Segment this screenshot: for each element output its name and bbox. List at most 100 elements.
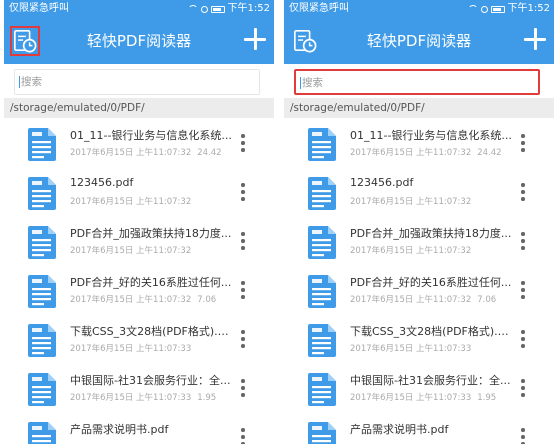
- file-row[interactable]: PDF合并_加强政策扶持18力度... 2017年6月15日 上午11:07:32: [284, 216, 554, 265]
- file-row[interactable]: 中银国际-社31会服务行业：全... 2017年6月15日 上午11:07:33 1…: [4, 363, 274, 412]
- file-meta: 2017年6月15日 上午11:07:32 24.42: [70, 146, 222, 158]
- file-name: 中银国际-社31会服务行业：全...: [350, 374, 511, 387]
- file-name: PDF合并_好的关16系胜过任何...: [70, 276, 232, 289]
- file-row[interactable]: 01_11--银行业务与信息化系统... 2017年6月15日 上午11:07:3…: [284, 118, 554, 167]
- more-vert-icon: [521, 295, 525, 299]
- file-meta: 2017年6月15日 上午11:07:32 24.42: [350, 146, 502, 158]
- more-vert-icon: [521, 246, 525, 250]
- carrier-text: 仅限紧急呼叫: [289, 3, 349, 14]
- more-vert-icon: [521, 190, 525, 194]
- more-vert-icon: [521, 148, 525, 152]
- search-area: 搜索: [4, 64, 274, 98]
- file-row[interactable]: 下载CSS_3文28档(PDF格式).p... 2017年6月15日 上午11:0…: [284, 314, 554, 363]
- app-bar: 轻快PDF阅读器: [4, 18, 274, 64]
- phone-screen-right: 仅限紧急呼叫 下午1:52 轻快PDF阅读器 搜索 /storage/emula…: [284, 0, 554, 444]
- file-date: 2017年6月15日 上午11:07:32: [350, 148, 472, 158]
- file-size: 24.42: [197, 148, 222, 158]
- file-meta: 2017年6月15日 上午11:07:32: [70, 244, 197, 256]
- more-vert-icon: [241, 148, 245, 152]
- file-row[interactable]: 01_11--银行业务与信息化系统... 2017年6月15日 上午11:07:3…: [4, 118, 274, 167]
- file-size: 7.06: [477, 295, 497, 305]
- more-vert-icon: [521, 386, 525, 390]
- more-vert-icon: [521, 428, 525, 432]
- more-vert-icon: [521, 197, 525, 201]
- history-button[interactable]: [10, 26, 40, 56]
- add-button[interactable]: [524, 28, 546, 50]
- more-vert-icon: [241, 183, 245, 187]
- more-vert-icon: [521, 344, 525, 348]
- history-button[interactable]: [290, 26, 320, 56]
- more-options-button[interactable]: [238, 280, 248, 300]
- more-options-button[interactable]: [518, 329, 528, 349]
- file-date: 2017年6月15日 上午11:07:33: [350, 393, 472, 403]
- file-row[interactable]: 下载CSS_3文28档(PDF格式).p... 2017年6月15日 上午11:0…: [4, 314, 274, 363]
- pdf-file-icon: [28, 177, 56, 210]
- more-vert-icon: [521, 435, 525, 439]
- more-vert-icon: [241, 435, 245, 439]
- file-row[interactable]: PDF合并_好的关16系胜过任何... 2017年6月15日 上午11:07:32…: [284, 265, 554, 314]
- file-row[interactable]: 中银国际-社31会服务行业：全... 2017年6月15日 上午11:07:33 1…: [284, 363, 554, 412]
- file-size: 7.06: [197, 295, 217, 305]
- pdf-file-icon: [308, 324, 336, 357]
- more-options-button[interactable]: [238, 329, 248, 349]
- file-date: 2017年6月15日 上午11:07:32: [350, 197, 472, 207]
- more-options-button[interactable]: [518, 133, 528, 153]
- add-button[interactable]: [244, 28, 266, 50]
- more-vert-icon: [521, 183, 525, 187]
- carrier-text: 仅限紧急呼叫: [9, 3, 69, 14]
- more-options-button[interactable]: [238, 133, 248, 153]
- file-date: 2017年6月15日 上午11:07:32: [70, 148, 192, 158]
- search-input[interactable]: 搜索: [294, 69, 540, 95]
- more-options-button[interactable]: [518, 231, 528, 251]
- file-row[interactable]: PDF合并_加强政策扶持18力度... 2017年6月15日 上午11:07:32: [4, 216, 274, 265]
- file-meta: 2017年6月15日 上午11:07:33: [70, 342, 197, 354]
- more-options-button[interactable]: [238, 378, 248, 398]
- more-vert-icon: [521, 393, 525, 397]
- path-bar: /storage/emulated/0/PDF/: [284, 98, 554, 118]
- more-vert-icon: [241, 190, 245, 194]
- file-meta: [350, 440, 356, 444]
- file-date: 2017年6月15日 上午11:07:32: [70, 295, 192, 305]
- more-vert-icon: [241, 386, 245, 390]
- file-meta: [70, 440, 76, 444]
- file-row[interactable]: PDF合并_好的关16系胜过任何... 2017年6月15日 上午11:07:32…: [4, 265, 274, 314]
- file-list: 01_11--银行业务与信息化系统... 2017年6月15日 上午11:07:3…: [284, 118, 554, 444]
- more-vert-icon: [241, 330, 245, 334]
- search-input[interactable]: 搜索: [14, 69, 260, 95]
- more-options-button[interactable]: [518, 427, 528, 444]
- file-row[interactable]: 123456.pdf 2017年6月15日 上午11:07:32: [4, 167, 274, 216]
- pdf-file-icon: [308, 226, 336, 259]
- app-title: 轻快PDF阅读器: [366, 32, 472, 50]
- file-row[interactable]: 产品需求说明书.pdf: [284, 412, 554, 444]
- more-options-button[interactable]: [518, 182, 528, 202]
- file-meta: 2017年6月15日 上午11:07:32: [350, 244, 477, 256]
- more-options-button[interactable]: [518, 280, 528, 300]
- more-vert-icon: [241, 393, 245, 397]
- more-options-button[interactable]: [238, 182, 248, 202]
- more-options-button[interactable]: [518, 378, 528, 398]
- file-name: PDF合并_加强政策扶持18力度...: [350, 227, 512, 240]
- app-title: 轻快PDF阅读器: [86, 32, 192, 50]
- battery-icon: [490, 5, 505, 13]
- more-options-button[interactable]: [238, 231, 248, 251]
- file-meta: 2017年6月15日 上午11:07:33: [350, 342, 477, 354]
- more-vert-icon: [241, 197, 245, 201]
- text-caret: [19, 76, 20, 88]
- file-date: 2017年6月15日 上午11:07:32: [350, 246, 472, 256]
- file-row[interactable]: 产品需求说明书.pdf: [4, 412, 274, 444]
- more-vert-icon: [521, 239, 525, 243]
- more-vert-icon: [241, 337, 245, 341]
- file-date: 2017年6月15日 上午11:07:33: [350, 344, 472, 354]
- file-meta: 2017年6月15日 上午11:07:32: [70, 195, 197, 207]
- file-size: 1.95: [477, 393, 497, 403]
- more-options-button[interactable]: [238, 427, 248, 444]
- more-vert-icon: [521, 141, 525, 145]
- wifi-icon: [187, 5, 198, 13]
- more-vert-icon: [241, 239, 245, 243]
- more-vert-icon: [241, 295, 245, 299]
- pdf-file-icon: [28, 422, 56, 444]
- wifi-icon: [467, 5, 478, 13]
- file-row[interactable]: 123456.pdf 2017年6月15日 上午11:07:32: [284, 167, 554, 216]
- file-date: 2017年6月15日 上午11:07:32: [70, 246, 192, 256]
- more-vert-icon: [241, 232, 245, 236]
